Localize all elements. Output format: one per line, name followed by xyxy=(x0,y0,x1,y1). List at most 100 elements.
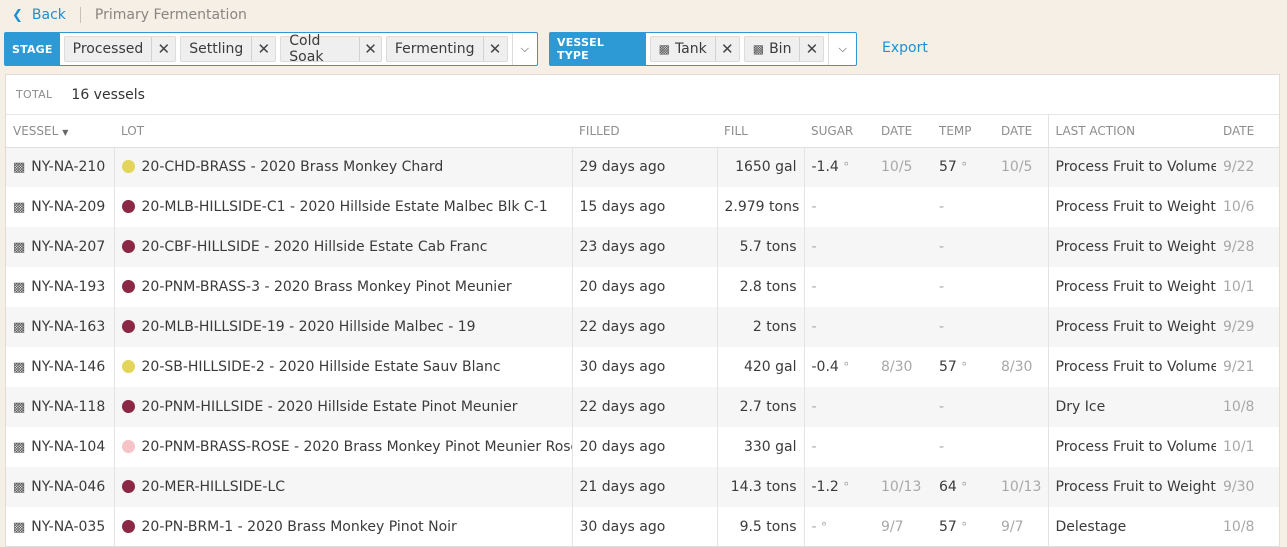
lot-label: 20-CBF-HILLSIDE - 2020 Hillside Estate C… xyxy=(141,239,488,255)
action-date-cell: 10/1 xyxy=(1223,439,1255,455)
lot-cell[interactable]: 20-PNM-BRASS-3 - 2020 Brass Monkey Pinot… xyxy=(113,267,572,307)
remove-chip-icon[interactable]: ✕ xyxy=(714,37,739,61)
lot-cell[interactable]: 20-PNM-HILLSIDE - 2020 Hillside Estate P… xyxy=(113,387,572,427)
action-date-cell: 9/21 xyxy=(1223,359,1255,375)
chevron-down-icon[interactable]: ⌵ xyxy=(511,33,538,65)
column-header-temp[interactable]: TEMP xyxy=(932,115,994,148)
remove-chip-icon[interactable]: ✕ xyxy=(359,37,380,61)
temp-cell: - xyxy=(932,187,994,227)
sugar-value: -1.4 xyxy=(811,159,839,176)
sugar-date-cell xyxy=(874,307,932,347)
back-label: Back xyxy=(31,7,66,23)
table-row[interactable]: ▩ NY-NA-163 20-MLB-HILLSIDE-19 - 2020 Hill… xyxy=(6,307,1279,347)
header-label: VESSEL xyxy=(13,123,59,138)
column-header-lot[interactable]: LOT xyxy=(114,115,572,148)
remove-chip-icon[interactable]: ✕ xyxy=(799,37,823,61)
vessel-icon: ▩ xyxy=(13,440,26,455)
temp-date-cell xyxy=(994,267,1048,307)
vessel-type-filter[interactable]: VESSEL TYPE ▩ Tank ✕ ▩ Bin ✕ ⌵ xyxy=(549,32,857,66)
column-header-action-date[interactable]: DATE xyxy=(1216,115,1279,148)
remove-chip-icon[interactable]: ✕ xyxy=(482,37,507,61)
sugar-cell: - xyxy=(803,187,874,227)
vessel-icon: ▩ xyxy=(13,480,26,495)
temp-cell: 57 ° xyxy=(932,347,994,387)
column-header-last-action[interactable]: LAST ACTION xyxy=(1047,115,1216,148)
vessel-id: NY-NA-118 xyxy=(31,399,106,415)
sugar-date-cell xyxy=(874,267,932,307)
last-action-cell: Process Fruit to Weight xyxy=(1047,267,1216,307)
lot-color-dot xyxy=(121,400,135,413)
back-link[interactable]: ❮ Back xyxy=(12,7,66,23)
divider xyxy=(79,7,81,23)
fill-cell: 2.979 tons xyxy=(716,187,804,227)
sugar-date-cell xyxy=(874,227,932,267)
remove-chip-icon[interactable]: ✕ xyxy=(251,37,275,61)
sugar-date-cell xyxy=(874,187,932,227)
sugar-value: - xyxy=(811,439,817,455)
vessel-cell: ▩ NY-NA-046 xyxy=(6,467,114,507)
vessel-id: NY-NA-163 xyxy=(31,319,106,335)
last-action-cell: Process Fruit to Weight xyxy=(1047,467,1216,507)
table-row[interactable]: ▩ NY-NA-193 20-PNM-BRASS-3 - 2020 Brass Mo… xyxy=(6,267,1279,307)
vessel-id: NY-NA-146 xyxy=(31,359,106,375)
column-header-filled[interactable]: FILLED xyxy=(572,115,717,148)
chevron-down-icon[interactable]: ⌵ xyxy=(828,33,856,65)
lot-label: 20-PNM-BRASS-3 - 2020 Brass Monkey Pinot… xyxy=(141,279,512,295)
table-row[interactable]: ▩ NY-NA-209 20-MLB-HILLSIDE-C1 - 2020 Hill… xyxy=(6,187,1279,227)
action-date-cell: 10/1 xyxy=(1223,279,1255,295)
lot-color-dot xyxy=(121,200,135,213)
temp-date-cell xyxy=(994,307,1048,347)
lot-color-dot xyxy=(121,280,135,293)
lot-cell[interactable]: 20-CHD-BRASS - 2020 Brass Monkey Chard xyxy=(113,147,572,187)
column-header-sugar-date[interactable]: DATE xyxy=(874,115,932,148)
lot-label: 20-CHD-BRASS - 2020 Brass Monkey Chard xyxy=(141,159,444,176)
lot-cell[interactable]: 20-CBF-HILLSIDE - 2020 Hillside Estate C… xyxy=(113,227,572,267)
last-action-cell: Process Fruit to Volume xyxy=(1047,347,1216,387)
vessel-icon: ▩ xyxy=(13,160,26,176)
sugar-date-cell xyxy=(874,427,932,467)
vessel-icon: ▩ xyxy=(752,42,765,56)
remove-chip-icon[interactable]: ✕ xyxy=(151,37,175,61)
vessel-cell: ▩ NY-NA-207 xyxy=(6,227,114,267)
vessel-cell: ▩ NY-NA-118 xyxy=(6,387,114,427)
table-row[interactable]: ▩ NY-NA-210 20-CHD-BRASS - 2020 Brass Monk… xyxy=(6,147,1279,187)
table-row[interactable]: ▩ NY-NA-035 20-PN-BRM-1 - 2020 Brass Monke… xyxy=(6,507,1279,546)
lot-cell[interactable]: 20-MER-HILLSIDE-LC xyxy=(113,467,572,507)
sugar-date-cell: 10/5 xyxy=(874,147,932,187)
column-header-sugar[interactable]: SUGAR xyxy=(804,115,874,148)
sugar-cell: - xyxy=(803,387,874,427)
column-header-temp-date[interactable]: DATE xyxy=(994,115,1048,148)
table-row[interactable]: ▩ NY-NA-104 20-PNM-BRASS-ROSE - 2020 Brass… xyxy=(6,427,1279,467)
filled-cell: 22 days ago xyxy=(571,387,717,427)
lot-cell[interactable]: 20-SB-HILLSIDE-2 - 2020 Hillside Estate … xyxy=(113,347,572,387)
column-header-fill[interactable]: FILL xyxy=(717,115,804,148)
filled-cell: 21 days ago xyxy=(571,467,717,507)
sugar-date-cell: 8/30 xyxy=(881,359,913,375)
filled-cell: 30 days ago xyxy=(571,507,717,546)
lot-cell[interactable]: 20-PN-BRM-1 - 2020 Brass Monkey Pinot No… xyxy=(113,507,572,546)
fill-cell: 2 tons xyxy=(716,307,804,347)
temp-date-cell: 9/7 xyxy=(1001,519,1024,535)
table-row[interactable]: ▩ NY-NA-046 20-MER-HILLSIDE-LC 21 days ago 1… xyxy=(6,467,1279,507)
vessel-cell: ▩ NY-NA-210 xyxy=(6,147,114,187)
column-header-vessel[interactable]: VESSEL ▼ xyxy=(6,115,114,148)
export-link[interactable]: Export xyxy=(882,40,928,56)
fill-cell: 5.7 tons xyxy=(716,227,804,267)
lot-cell[interactable]: 20-PNM-BRASS-ROSE - 2020 Brass Monkey Pi… xyxy=(113,427,572,467)
chip-content: ▩ Bin xyxy=(745,37,800,61)
stage-chip: Processed ✕ xyxy=(63,36,177,62)
temp-cell: - xyxy=(932,227,994,267)
last-action-cell: Process Fruit to Volume xyxy=(1047,427,1216,467)
total-label: TOTAL xyxy=(16,88,53,101)
chip-label: Tank xyxy=(674,41,707,57)
sugar-cell: -1.4 ° xyxy=(803,147,874,187)
top-bar: ❮ Back Primary Fermentation xyxy=(0,0,1287,30)
table-row[interactable]: ▩ NY-NA-207 20-CBF-HILLSIDE - 2020 Hillsid… xyxy=(6,227,1279,267)
stage-filter[interactable]: STAGE Processed ✕ Settling ✕ Cold Soak ✕… xyxy=(4,32,538,66)
table-row[interactable]: ▩ NY-NA-118 20-PNM-HILLSIDE - 2020 Hillsid… xyxy=(6,387,1279,427)
temp-cell: 57 ° xyxy=(932,507,994,546)
table-row[interactable]: ▩ NY-NA-146 20-SB-HILLSIDE-2 - 2020 Hillsi… xyxy=(6,347,1279,387)
lot-cell[interactable]: 20-MLB-HILLSIDE-19 - 2020 Hillside Malbe… xyxy=(113,307,572,347)
lot-cell[interactable]: 20-MLB-HILLSIDE-C1 - 2020 Hillside Estat… xyxy=(113,187,572,227)
temp-date-cell xyxy=(994,387,1048,427)
